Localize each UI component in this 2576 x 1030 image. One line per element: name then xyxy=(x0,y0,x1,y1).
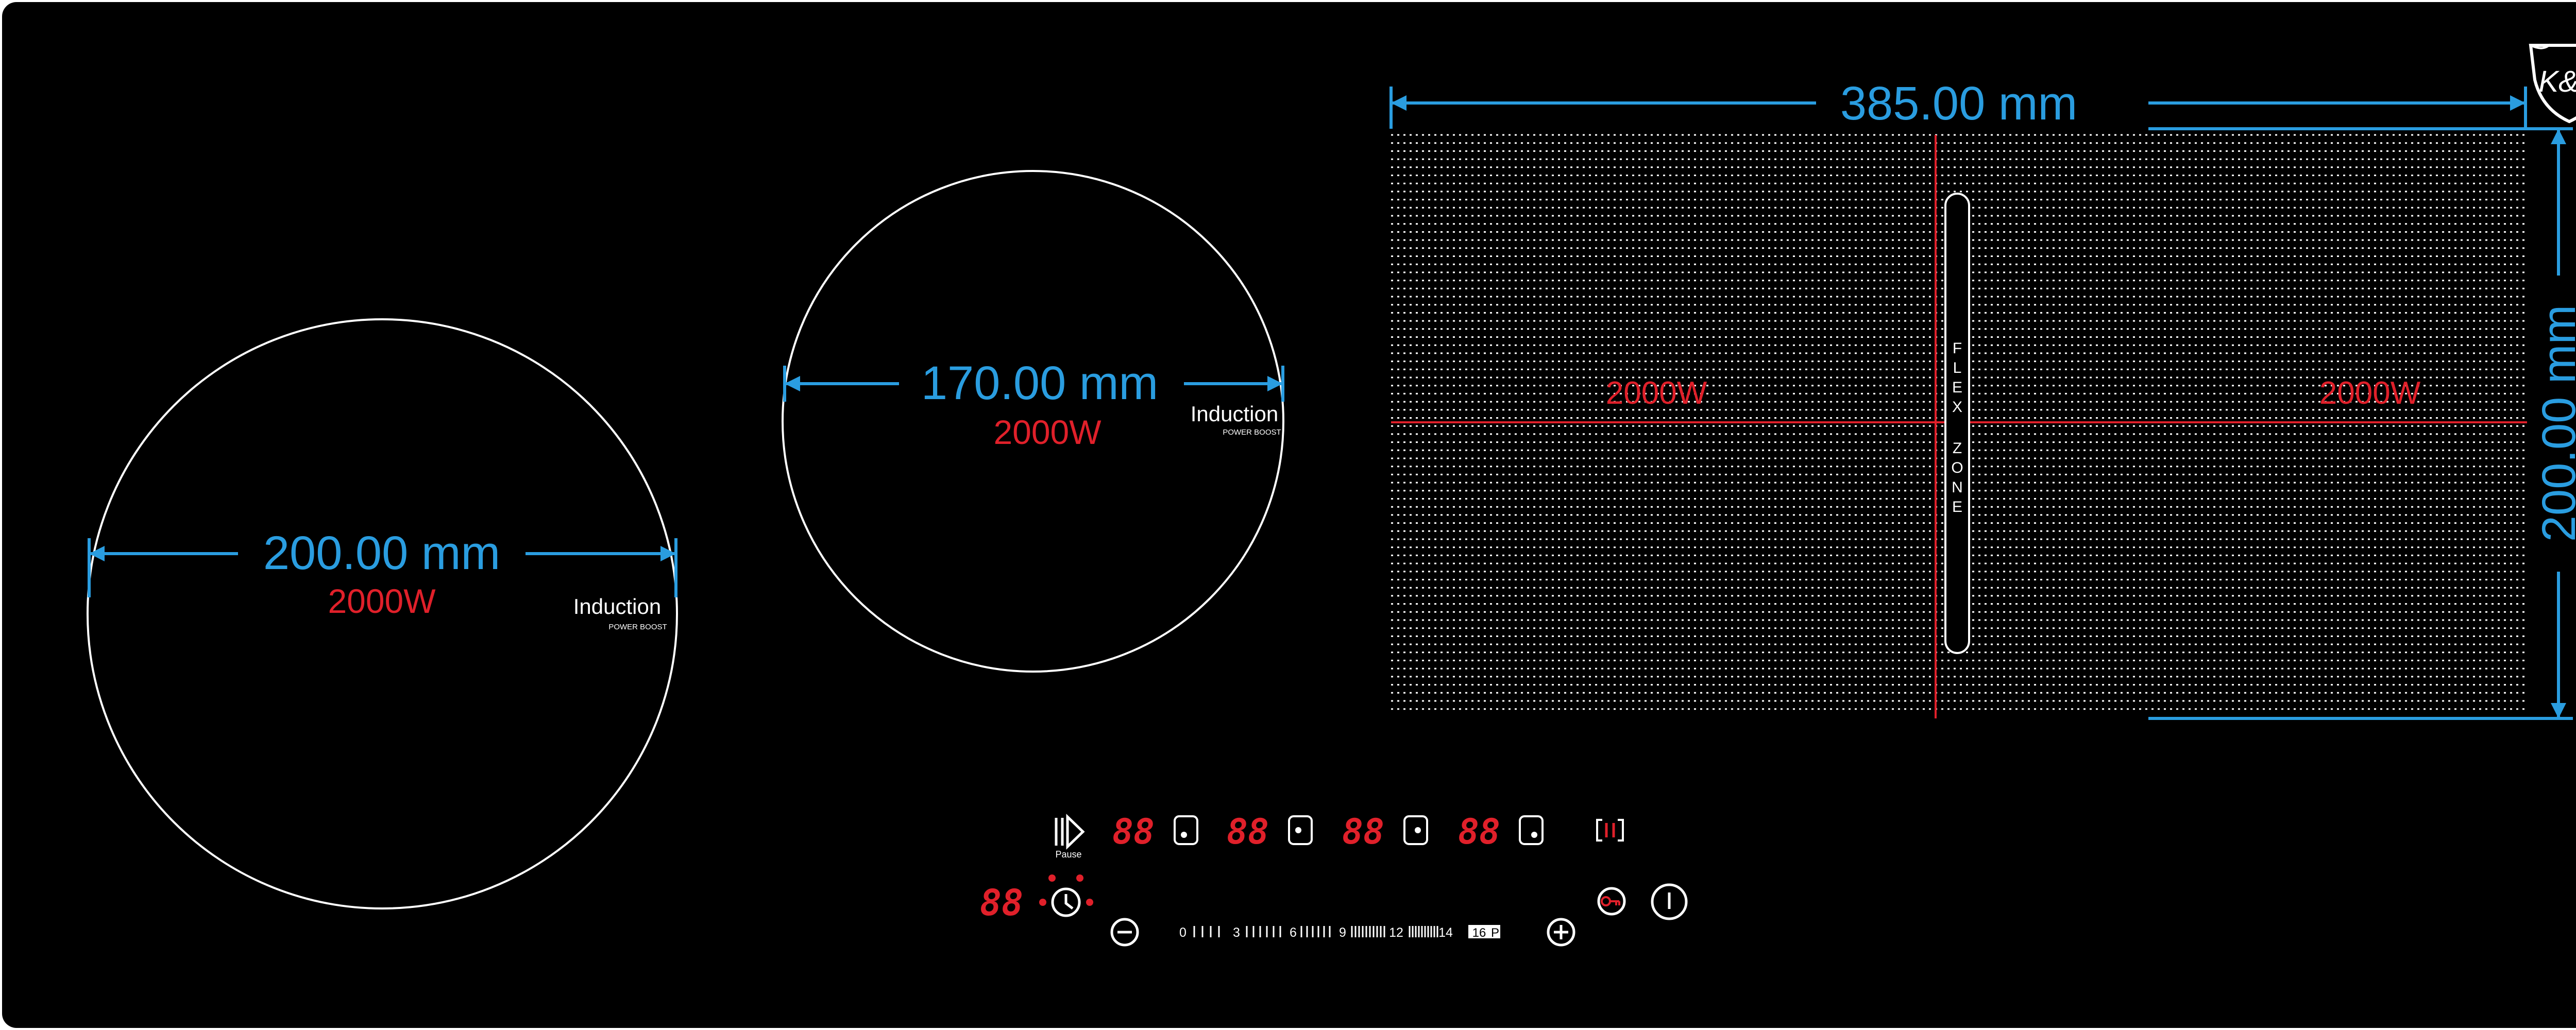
timer-indicator-dot xyxy=(1048,874,1056,882)
flex-label-letter: L xyxy=(1953,359,1962,376)
zone-left-type: Induction xyxy=(573,594,661,619)
zone-mid-boost: POWER BOOST xyxy=(1223,428,1281,437)
slider-mark-3: 3 xyxy=(1233,925,1240,940)
pause-label: Pause xyxy=(1055,849,1081,860)
zone-left-power: 2000W xyxy=(328,582,436,620)
flex-zone-power-right: 2000W xyxy=(2319,375,2421,411)
zone-label-letter: N xyxy=(1952,479,1963,496)
slider-mark-14: 14 xyxy=(1438,925,1453,940)
zone-display-2: 88 xyxy=(1227,812,1269,852)
zone-label-letter: Z xyxy=(1953,440,1962,457)
brand-logo-text: K&H xyxy=(2538,65,2576,98)
zone-left-boost: POWER BOOST xyxy=(608,623,667,631)
zone-label-letter: E xyxy=(1952,499,1962,516)
flex-zone-slot xyxy=(1944,193,1970,654)
zone-display-4: 88 xyxy=(1458,812,1500,852)
timer-display: 88 xyxy=(980,882,1023,924)
slider-mark-16: 16 xyxy=(1472,926,1486,940)
zone-mid-power: 2000W xyxy=(993,413,1101,451)
zone-label-letter: O xyxy=(1951,459,1963,476)
cooktop-panel: 200.00 mm 2000W Induction POWER BOOST 17… xyxy=(2,2,2576,1028)
slider-mark-0: 0 xyxy=(1179,925,1187,940)
timer-indicator-dot xyxy=(1086,899,1093,906)
flex-label-letter: F xyxy=(1953,340,1962,357)
zone-display-3: 88 xyxy=(1342,812,1384,852)
slider-mark-12: 12 xyxy=(1389,925,1403,940)
slider-mark-6: 6 xyxy=(1290,925,1297,940)
flex-label-letter: E xyxy=(1952,379,1962,396)
flex-zone-power-left: 2000W xyxy=(1606,375,1707,411)
zone-display-1: 88 xyxy=(1112,812,1155,852)
zone-mid-diameter: 170.00 mm xyxy=(921,357,1158,409)
slider-mark-9: 9 xyxy=(1339,925,1346,940)
zone-mid-type: Induction xyxy=(1191,402,1278,426)
flex-label-letter: X xyxy=(1952,399,1962,416)
flex-zone-height: 200.00 mm xyxy=(2533,305,2576,542)
zone-left-diameter: 200.00 mm xyxy=(263,527,500,579)
timer-indicator-dot xyxy=(1076,874,1083,882)
flex-zone-width: 385.00 mm xyxy=(1840,77,2077,130)
slider-mark-p: P xyxy=(1491,926,1499,940)
timer-indicator-dot xyxy=(1039,899,1046,906)
